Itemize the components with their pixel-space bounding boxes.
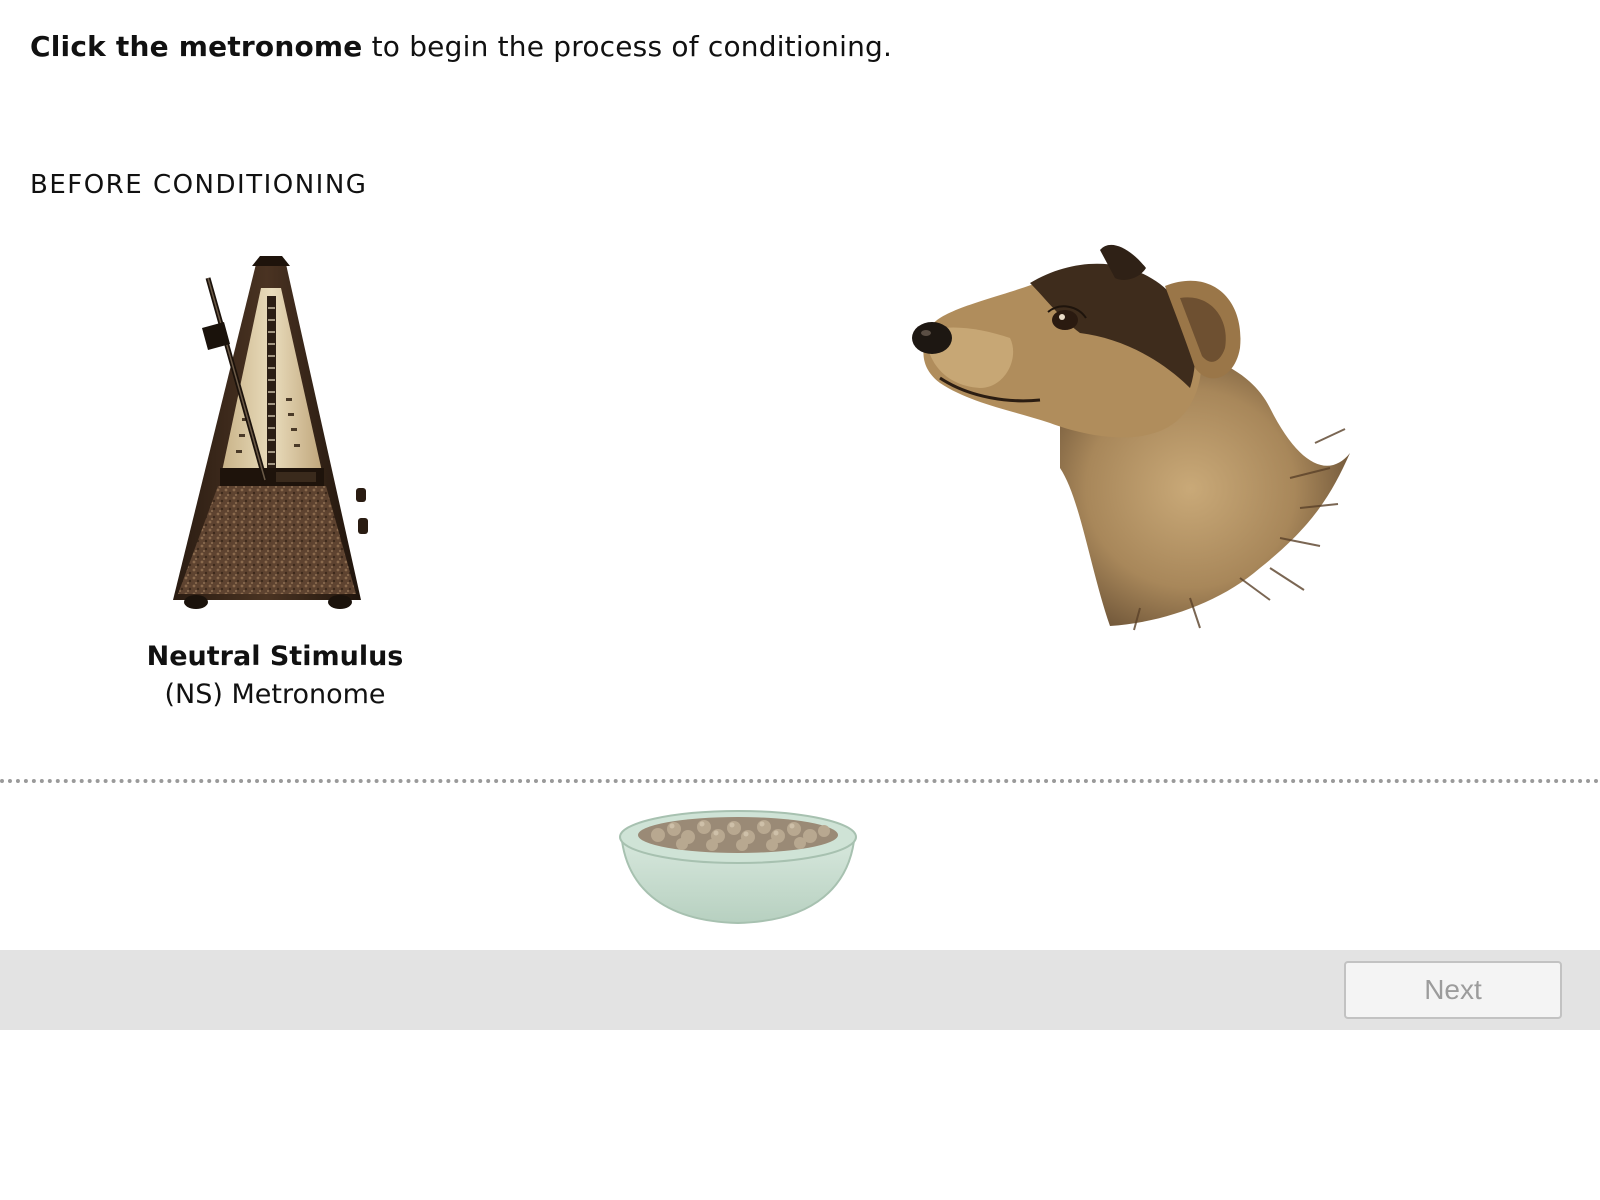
dog-image <box>910 238 1380 638</box>
metronome-image[interactable] <box>168 248 398 628</box>
section-title: BEFORE CONDITIONING <box>30 170 368 200</box>
instruction-text: Click the metronome to begin the process… <box>30 30 892 63</box>
instruction-rest: to begin the process of conditioning. <box>362 30 893 63</box>
stimulus-label: Neutral Stimulus (NS) Metronome <box>120 638 430 714</box>
food-bowl-image <box>618 803 858 928</box>
instruction-bold: Click the metronome <box>30 30 363 63</box>
stimulus-subtitle: (NS) Metronome <box>164 679 386 710</box>
next-button[interactable]: Next <box>1344 961 1562 1019</box>
stimulus-title: Neutral Stimulus <box>146 641 404 672</box>
divider <box>0 779 1600 783</box>
